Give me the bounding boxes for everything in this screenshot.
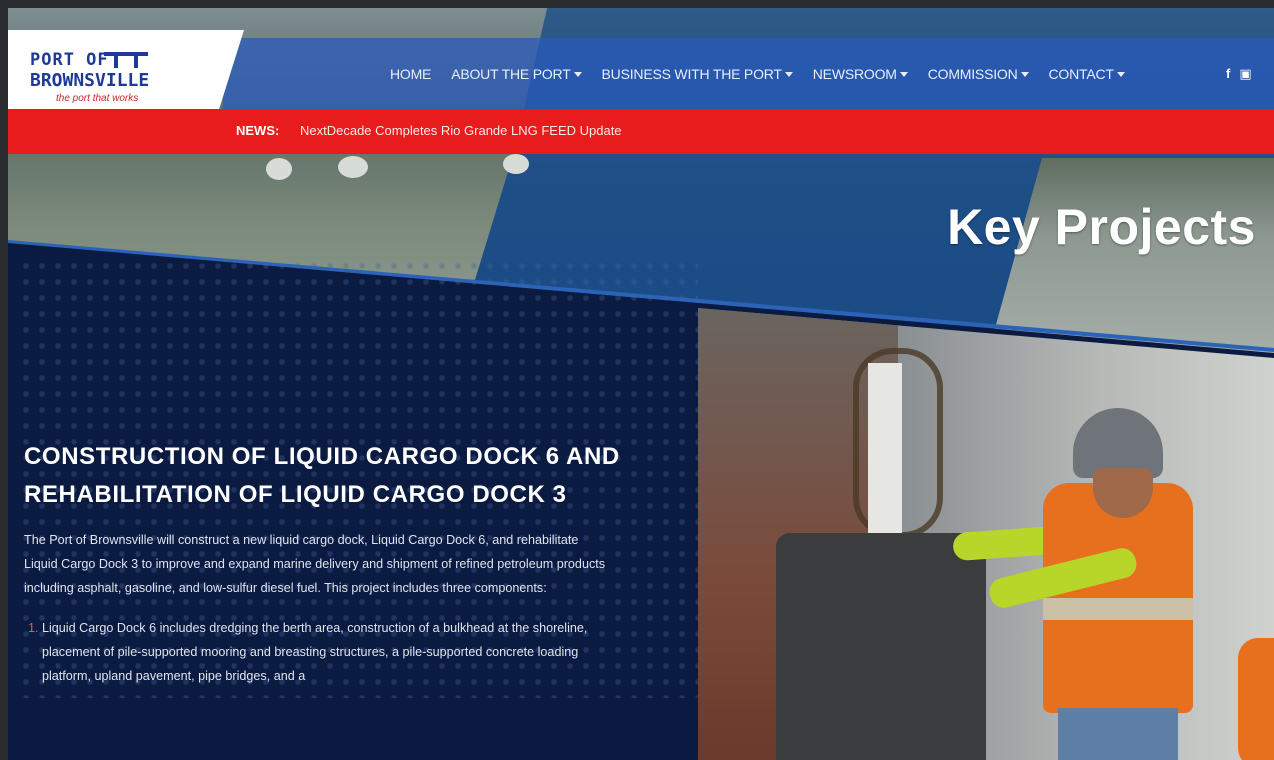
worker-jeans <box>1058 708 1178 760</box>
facebook-icon[interactable]: f <box>1226 66 1230 82</box>
news-ticker: NEWS: NextDecade Completes Rio Grande LN… <box>8 109 1274 154</box>
bollard <box>868 363 902 533</box>
caret-down-icon <box>899 71 908 77</box>
vest-reflective-stripe <box>1043 598 1193 620</box>
fender-block <box>776 533 986 760</box>
nav-item-contact[interactable]: CONTACT <box>1039 66 1135 82</box>
article-content: CONSTRUCTION OF LIQUID CARGO DOCK 6 AND … <box>24 438 624 688</box>
project-components-list: 1. Liquid Cargo Dock 6 includes dredging… <box>24 616 614 688</box>
nav-label: ABOUT THE PORT <box>451 66 571 82</box>
nav-item-home[interactable]: HOME <box>380 66 441 82</box>
article-title: CONSTRUCTION OF LIQUID CARGO DOCK 6 AND … <box>24 443 620 508</box>
nav-item-about[interactable]: ABOUT THE PORT <box>441 66 591 82</box>
second-worker <box>1238 638 1274 760</box>
caret-down-icon <box>1020 71 1029 77</box>
caret-down-icon <box>784 71 793 77</box>
list-number: 1. <box>28 621 39 635</box>
article-intro: The Port of Brownsville will construct a… <box>24 533 606 595</box>
caret-down-icon <box>1116 71 1125 77</box>
page-title: Key Projects <box>947 199 1256 255</box>
nav-item-business[interactable]: BUSINESS WITH THE PORT <box>592 66 803 82</box>
youtube-icon[interactable]: ▣ <box>1239 66 1251 82</box>
caret-down-icon <box>573 71 582 77</box>
logo-tagline: the port that works <box>56 93 139 104</box>
list-item-text: Liquid Cargo Dock 6 includes dredging th… <box>42 621 588 683</box>
site-logo[interactable]: PORT OF BROWNSVILLE the port that works <box>8 30 244 120</box>
logo-text-brownsville: BROWNSVILLE <box>30 70 150 91</box>
nav-label: HOME <box>390 66 432 82</box>
nav-item-commission[interactable]: COMMISSION <box>918 66 1039 82</box>
list-item: 1. Liquid Cargo Dock 6 includes dredging… <box>24 616 614 688</box>
main-navigation: HOME ABOUT THE PORT BUSINESS WITH THE PO… <box>380 66 1135 82</box>
dock-worker-photo <box>698 308 1274 760</box>
nav-label: BUSINESS WITH THE PORT <box>601 66 782 82</box>
nav-label: CONTACT <box>1048 66 1114 82</box>
browser-viewport: PORT OF BROWNSVILLE the port that works … <box>8 8 1274 760</box>
crane-icon <box>104 52 148 68</box>
social-links: f ▣ <box>1226 66 1252 82</box>
nav-label: COMMISSION <box>927 66 1018 82</box>
nav-label: NEWSROOM <box>812 66 897 82</box>
storage-tank <box>338 156 368 178</box>
news-label: NEWS: <box>236 123 280 138</box>
nav-item-newsroom[interactable]: NEWSROOM <box>803 66 918 82</box>
news-headline-link[interactable]: NextDecade Completes Rio Grande LNG FEED… <box>300 123 622 138</box>
storage-tank <box>503 154 529 174</box>
storage-tank <box>266 158 292 180</box>
